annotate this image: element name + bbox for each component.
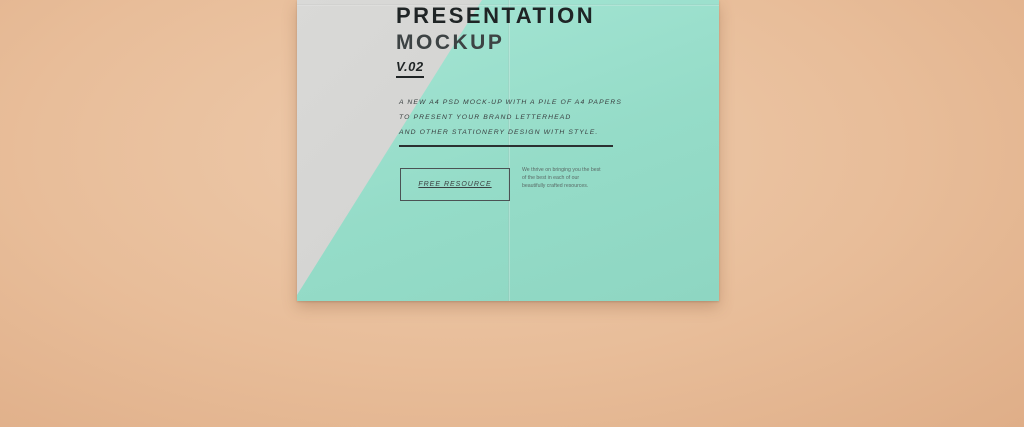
- description-line: AND OTHER STATIONERY DESIGN WITH STYLE.: [399, 129, 599, 136]
- mockup-title: PRESENTATION: [396, 3, 596, 28]
- mockup-subtitle: MOCKUP: [396, 31, 505, 54]
- description-line: A NEW A4 PSD MOCK-UP WITH A PILE OF A4 P…: [399, 99, 622, 106]
- description-line: TO PRESENT YOUR BRAND LETTERHEAD: [399, 114, 572, 121]
- vertical-fold: [508, 0, 510, 301]
- free-resource-label: FREE RESOURCE: [418, 181, 492, 188]
- note-text: We thrive on bringing you the best of th…: [522, 167, 601, 189]
- divider: [399, 145, 613, 147]
- version-label: V.02: [396, 59, 424, 78]
- paper-mockup: PRESENTATION MOCKUP V.02 A NEW A4 PSD MO…: [297, 0, 719, 301]
- description: A NEW A4 PSD MOCK-UP WITH A PILE OF A4 P…: [399, 95, 639, 140]
- free-resource-button: FREE RESOURCE: [400, 168, 510, 201]
